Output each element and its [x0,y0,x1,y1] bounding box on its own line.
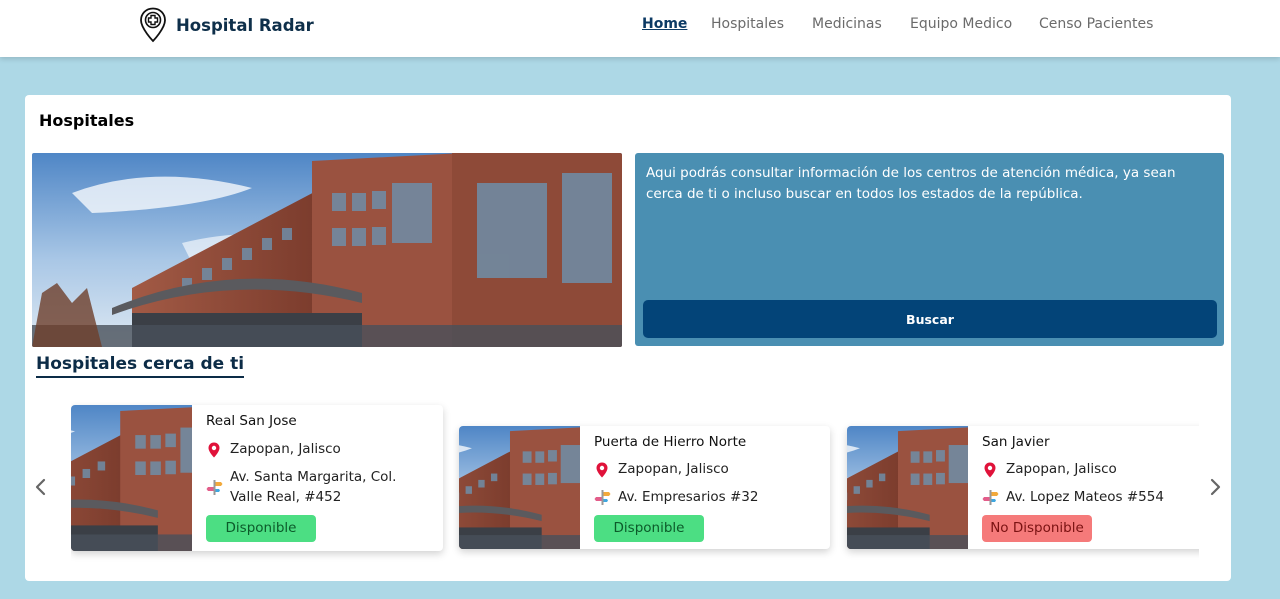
hospital-location: Zapopan, Jalisco [1006,461,1117,477]
hospital-pin-icon [140,7,166,43]
navbar: Hospital Radar Home Hospitales Medicinas… [0,0,1280,57]
nav-medicinas[interactable]: Medicinas [812,16,882,32]
hospital-thumbnail [459,426,580,549]
map-pin-icon [596,462,608,478]
brand[interactable]: Hospital Radar [139,7,314,43]
hospital-building-image [32,153,622,347]
nearby-title: Hospitales cerca de ti [36,354,245,378]
hospital-name: Puerta de Hierro Norte [594,434,747,450]
nav-home[interactable]: Home [642,16,687,32]
nearby-carousel: Real San Jose Zapopan, Jalisco Av. Santa… [71,395,1199,565]
status-badge: No Disponible [982,515,1092,542]
hospital-address: Av. Empresarios #32 [618,489,759,505]
hospital-building-image [459,426,580,549]
hospital-address: Av. Santa Margarita, Col. Valle Real, #4… [230,469,397,505]
hero-hospital-image [32,153,622,347]
hospital-card[interactable]: Puerta de Hierro Norte Zapopan, Jalisco … [459,426,830,549]
chevron-right-icon[interactable] [1204,475,1226,499]
nav-censo-pacientes[interactable]: Censo Pacientes [1039,16,1153,32]
hospital-location: Zapopan, Jalisco [230,441,341,457]
status-badge: Disponible [594,515,704,542]
hospital-location: Zapopan, Jalisco [618,461,729,477]
map-pin-icon [208,442,220,458]
hospital-name: Real San Jose [206,413,297,429]
hospital-building-image [71,405,192,551]
chevron-left-icon[interactable] [30,475,52,499]
hospital-card[interactable]: San Javier Zapopan, Jalisco Av. Lopez Ma… [847,426,1199,549]
hospital-address: Av. Lopez Mateos #554 [1006,489,1164,505]
status-badge: Disponible [206,515,316,542]
hospital-name: San Javier [982,434,1050,450]
hospital-card[interactable]: Real San Jose Zapopan, Jalisco Av. Santa… [71,405,443,551]
panel-title: Hospitales [39,111,135,130]
hospital-thumbnail [71,405,192,551]
info-text: Aqui podrás consultar información de los… [646,165,1176,202]
directions-icon [594,489,611,506]
brand-name: Hospital Radar [176,15,314,35]
search-button[interactable]: Buscar [643,300,1217,338]
nav-hospitales[interactable]: Hospitales [711,16,784,32]
info-box: Aqui podrás consultar información de los… [635,153,1224,346]
hospital-thumbnail [847,426,968,549]
map-pin-icon [984,462,996,478]
hospital-building-image [847,426,968,549]
nav-equipo-medico[interactable]: Equipo Medico [910,16,1012,32]
directions-icon [982,489,999,506]
hospitals-panel: Hospitales Aqui podrás consultar informa… [25,95,1231,581]
directions-icon [206,479,223,496]
